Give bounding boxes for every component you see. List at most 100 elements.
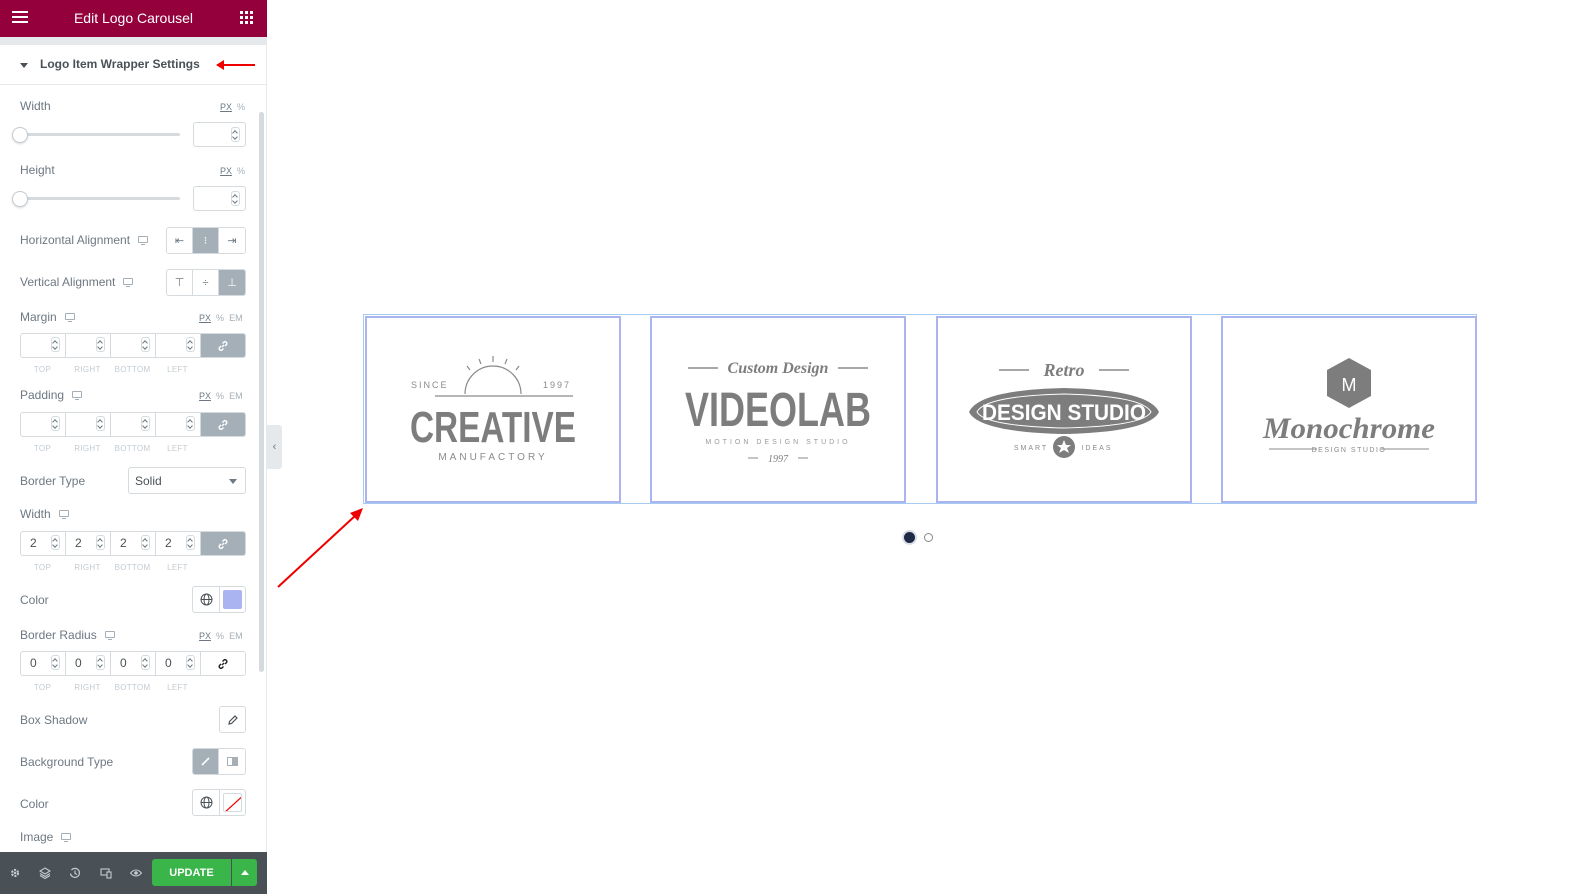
border-width-top-input[interactable]: 2 [21, 532, 66, 555]
empty-color-swatch[interactable] [223, 793, 242, 812]
gradient-icon[interactable] [219, 749, 245, 774]
spinner-icon[interactable] [186, 337, 195, 352]
link-icon[interactable] [201, 334, 245, 357]
height-units[interactable]: PX % [220, 166, 245, 176]
width-label: Width [20, 99, 51, 113]
spinner-icon[interactable] [96, 337, 105, 352]
spinner-icon[interactable] [186, 416, 195, 431]
padding-label: Padding [20, 388, 83, 402]
border-color-label: Color [20, 593, 49, 607]
border-radius-dim-labels: TOP RIGHT BOTTOM LEFT [33, 683, 188, 692]
link-icon[interactable] [201, 652, 245, 675]
grid-icon[interactable] [240, 11, 253, 24]
desktop-icon[interactable] [138, 236, 149, 245]
logo-design-studio-main: DESIGN STUDIO [982, 400, 1146, 425]
logo-item[interactable]: Retro DESIGN STUDIO SMART IDEAS [936, 316, 1192, 503]
desktop-icon[interactable] [72, 391, 83, 400]
margin-dim-labels: TOP RIGHT BOTTOM LEFT [33, 365, 188, 374]
width-input[interactable] [193, 122, 246, 147]
spinner-icon[interactable] [141, 416, 150, 431]
caret-up-icon[interactable] [232, 859, 257, 886]
border-radius-units[interactable]: PX % EM [199, 631, 243, 641]
border-radius-right-input[interactable]: 0 [66, 652, 111, 675]
caret-down-icon [20, 63, 28, 68]
history-icon[interactable] [69, 867, 81, 879]
link-icon[interactable] [201, 532, 245, 555]
logo-item[interactable]: Custom Design VIDEOLAB MOTION DESIGN STU… [650, 316, 906, 503]
pagination-dot-active[interactable] [904, 532, 915, 543]
align-middle-icon[interactable]: ÷ [193, 270, 219, 295]
spinner-icon[interactable] [231, 191, 240, 206]
pencil-icon[interactable] [219, 706, 246, 733]
margin-bottom-input[interactable] [111, 334, 156, 357]
spinner-icon[interactable] [141, 655, 150, 670]
spinner-icon[interactable] [51, 337, 60, 352]
spinner-icon[interactable] [96, 416, 105, 431]
section-toggle-logo-item-wrapper[interactable]: Logo Item Wrapper Settings [0, 45, 267, 85]
spinner-icon[interactable] [51, 535, 60, 550]
margin-inputs [20, 333, 246, 358]
width-units[interactable]: PX % [220, 102, 245, 112]
globe-icon[interactable] [193, 790, 220, 815]
settings-gear-icon[interactable] [9, 867, 21, 879]
spinner-icon[interactable] [51, 416, 60, 431]
eye-icon[interactable] [130, 867, 142, 879]
spinner-icon[interactable] [96, 655, 105, 670]
link-icon[interactable] [201, 413, 245, 436]
spinner-icon[interactable] [51, 655, 60, 670]
responsive-icon[interactable] [100, 867, 112, 879]
margin-left-input[interactable] [156, 334, 201, 357]
align-left-icon[interactable]: ⇤ [167, 228, 193, 253]
desktop-icon[interactable] [61, 833, 72, 842]
spinner-icon[interactable] [141, 535, 150, 550]
desktop-icon[interactable] [64, 313, 75, 322]
globe-icon[interactable] [193, 587, 220, 612]
bg-color-label: Color [20, 797, 49, 811]
border-radius-bottom-input[interactable]: 0 [111, 652, 156, 675]
padding-right-input[interactable] [66, 413, 111, 436]
pagination-dot[interactable] [924, 533, 933, 542]
spinner-icon[interactable] [141, 337, 150, 352]
align-right-icon[interactable]: ⇥ [219, 228, 245, 253]
collapse-panel-button[interactable]: ‹ [267, 425, 282, 469]
spinner-icon[interactable] [96, 535, 105, 550]
spinner-icon[interactable] [186, 655, 195, 670]
spinner-icon[interactable] [231, 127, 240, 142]
panel-scrollbar[interactable] [259, 112, 264, 672]
border-radius-label: Border Radius [20, 628, 115, 642]
desktop-icon[interactable] [58, 510, 69, 519]
margin-units[interactable]: PX % EM [199, 313, 243, 323]
logo-item[interactable]: SINCE 1997 CREATIVE MANUFACTORY [365, 316, 621, 503]
padding-top-input[interactable] [21, 413, 66, 436]
align-center-icon[interactable]: ⁝ [193, 228, 219, 253]
border-type-select[interactable]: Solid [128, 467, 246, 494]
width-slider-handle[interactable] [12, 127, 28, 143]
width-slider[interactable] [20, 133, 180, 136]
margin-top-input[interactable] [21, 334, 66, 357]
desktop-icon[interactable] [104, 631, 115, 640]
border-color-swatch[interactable] [223, 590, 242, 609]
height-input[interactable] [193, 186, 246, 211]
logo-item[interactable]: M Monochrome DESIGN STUDIO [1221, 316, 1477, 503]
height-label: Height [20, 163, 55, 177]
height-slider-handle[interactable] [12, 191, 28, 207]
layers-icon[interactable] [39, 867, 51, 879]
padding-bottom-input[interactable] [111, 413, 156, 436]
align-bottom-icon[interactable]: ⊥ [219, 270, 245, 295]
border-width-left-input[interactable]: 2 [156, 532, 201, 555]
spinner-icon[interactable] [186, 535, 195, 550]
image-label: Image [20, 830, 72, 844]
margin-right-input[interactable] [66, 334, 111, 357]
brush-icon[interactable] [193, 749, 219, 774]
height-slider[interactable] [20, 197, 180, 200]
update-button[interactable]: UPDATE [152, 859, 231, 886]
padding-left-input[interactable] [156, 413, 201, 436]
border-width-right-input[interactable]: 2 [66, 532, 111, 555]
align-top-icon[interactable]: ⊤ [167, 270, 193, 295]
section-title: Logo Item Wrapper Settings [40, 57, 200, 71]
border-radius-left-input[interactable]: 0 [156, 652, 201, 675]
border-radius-top-input[interactable]: 0 [21, 652, 66, 675]
padding-units[interactable]: PX % EM [199, 391, 243, 401]
border-width-bottom-input[interactable]: 2 [111, 532, 156, 555]
desktop-icon[interactable] [123, 278, 134, 287]
